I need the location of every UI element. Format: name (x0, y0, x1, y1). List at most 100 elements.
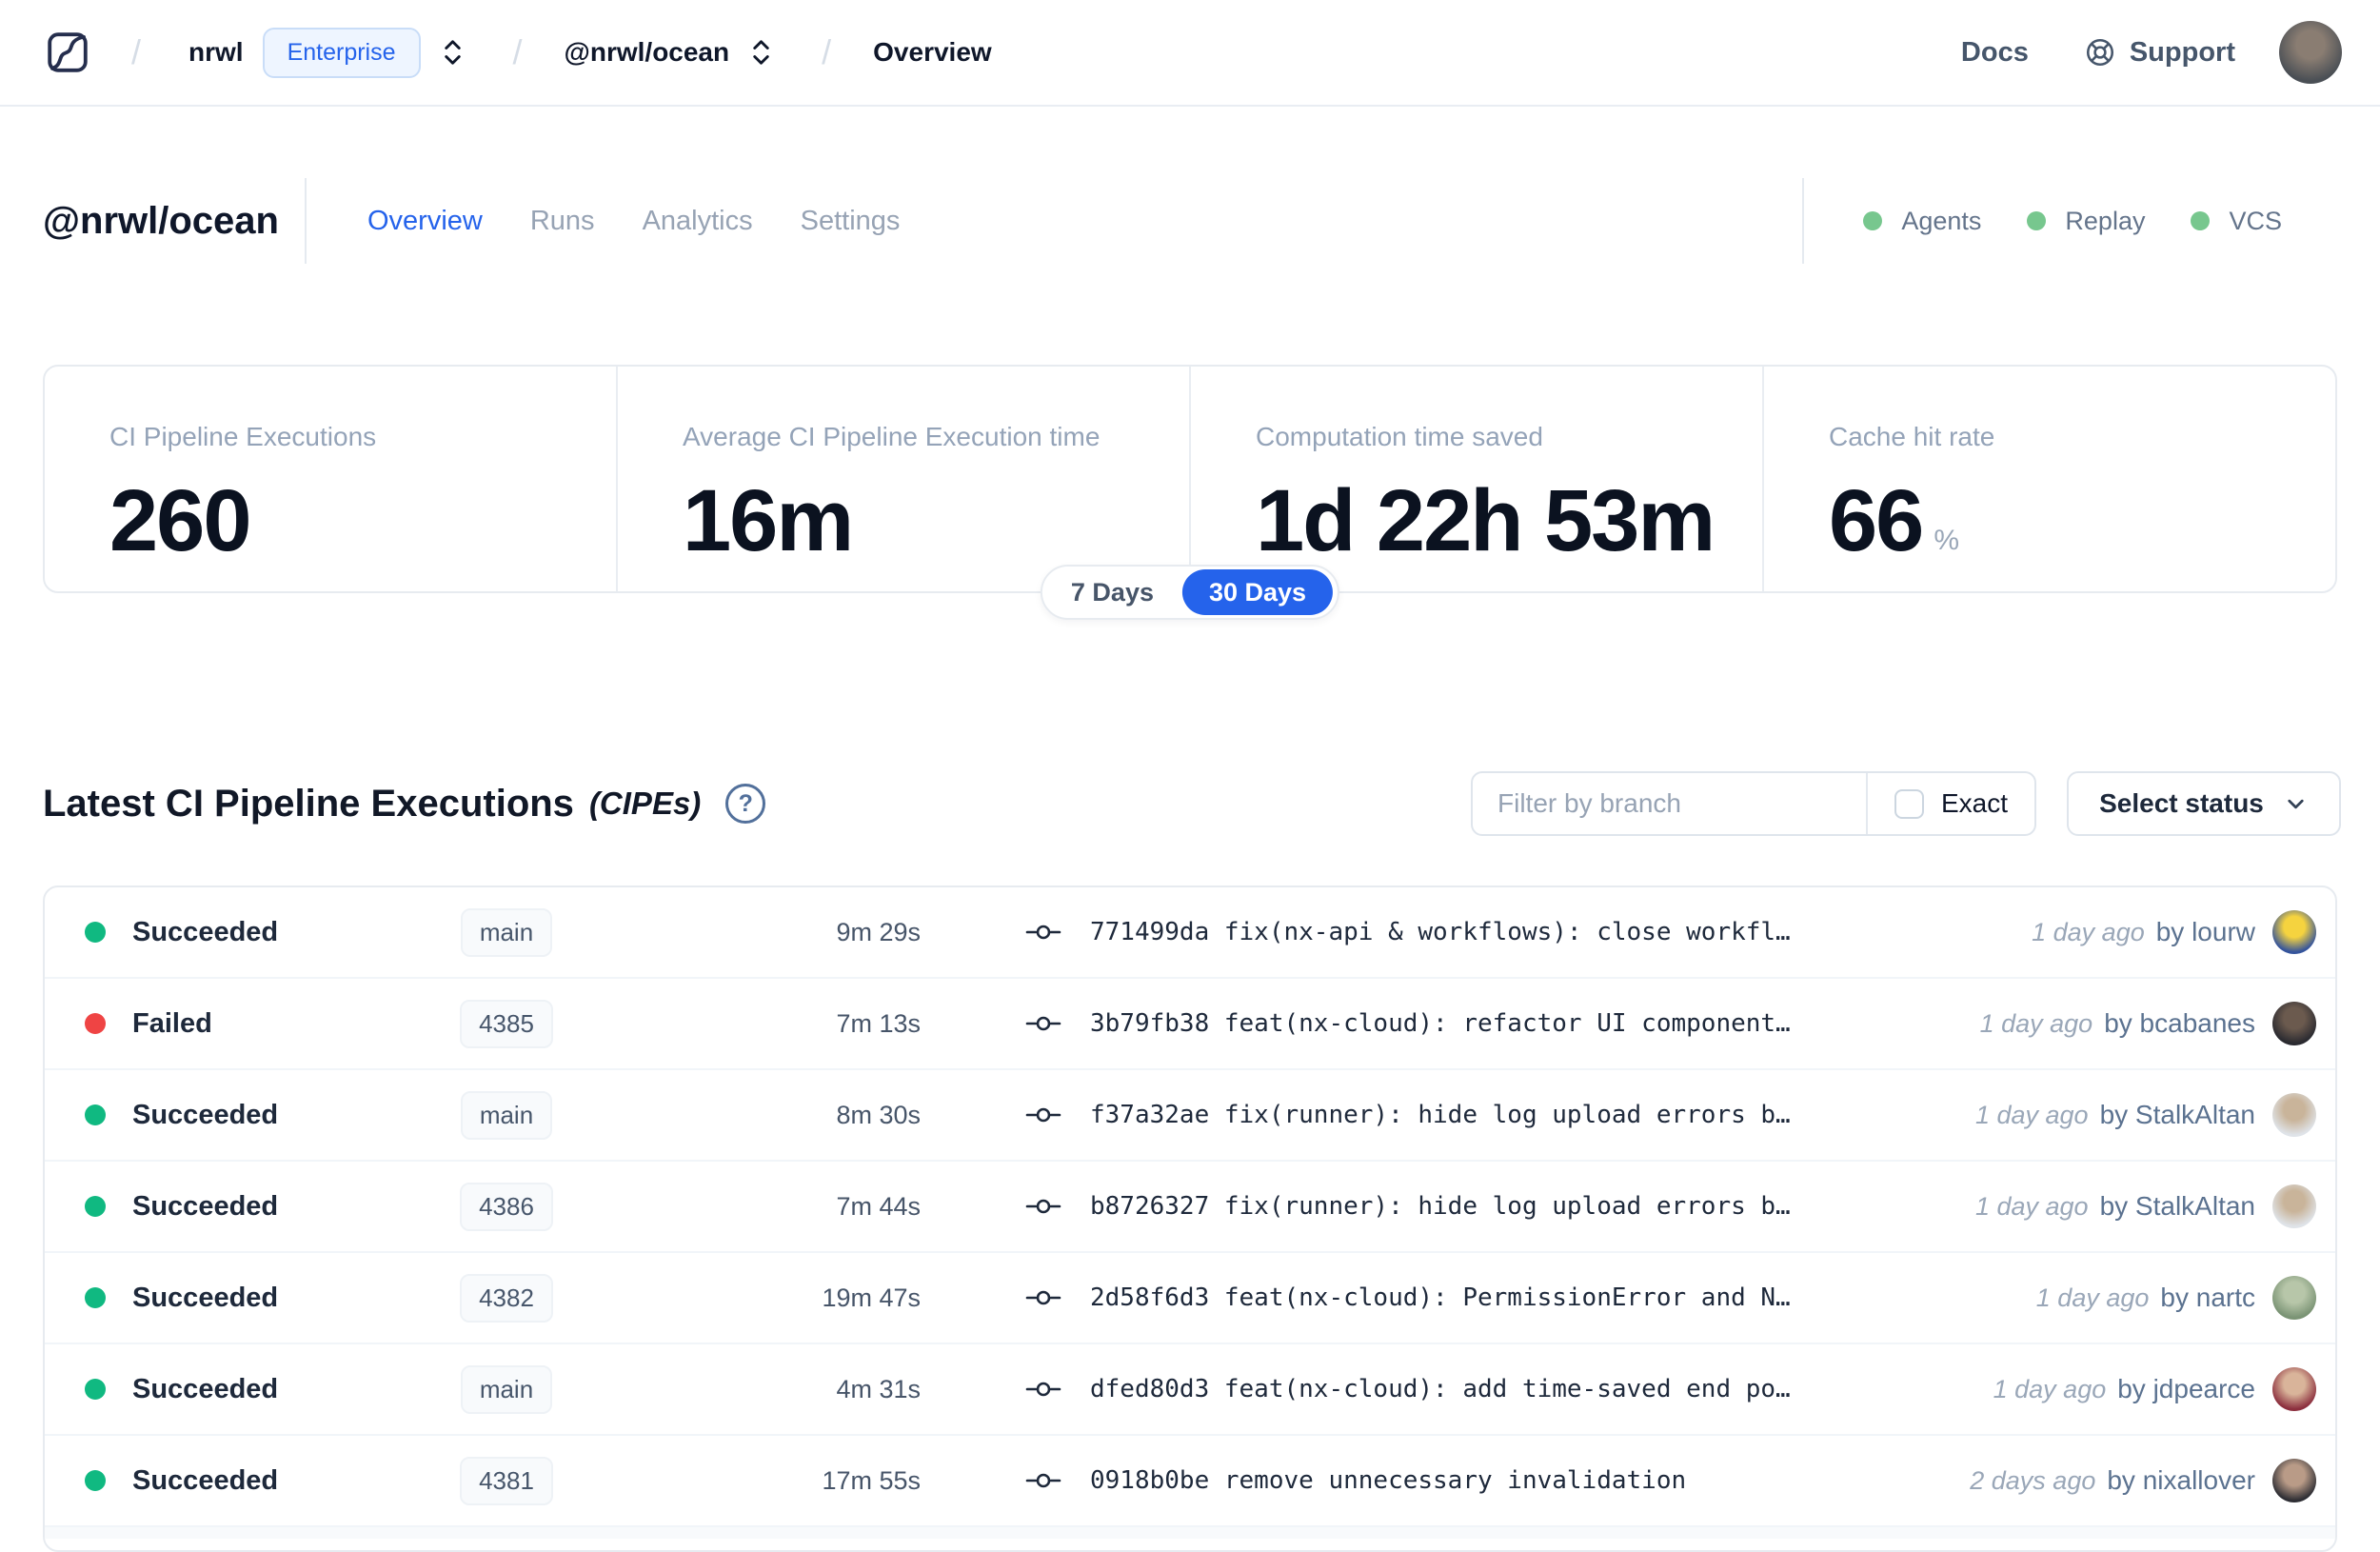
commit-message: dfed80d3 feat(nx-cloud): add time-saved … (1090, 1375, 1791, 1403)
support-label: Support (2129, 36, 2235, 68)
author: by StalkAltan (2099, 1191, 2255, 1221)
support-link[interactable]: Support (2084, 36, 2235, 69)
table-row[interactable]: Succeeded main 9m 29s 771499da fix(nx-ap… (45, 887, 2335, 979)
tab-runs[interactable]: Runs (530, 206, 595, 237)
branch-badge: main (460, 1364, 553, 1414)
table-next-row-partial (45, 1527, 2335, 1539)
branch-badge: 4382 (460, 1273, 553, 1323)
stat-label: Computation time saved (1256, 422, 1543, 451)
status-label: Succeeded (132, 916, 279, 947)
stat-label: Average CI Pipeline Execution time (683, 422, 1101, 451)
chevron-down-icon (2288, 799, 2304, 808)
date-range-toggle: 7 Days 30 Days (1040, 565, 1340, 620)
stat-value: 16m (683, 472, 854, 569)
commit-message: 3b79fb38 feat(nx-cloud): refactor UI com… (1090, 1009, 1791, 1038)
docs-link[interactable]: Docs (1961, 37, 2029, 69)
cipe-table: Succeeded main 9m 29s 771499da fix(nx-ap… (43, 885, 2337, 1552)
status-dot (85, 1379, 106, 1400)
topbar: / nrwl Enterprise / @nrwl/ocean / Overvi… (0, 0, 2380, 107)
time-ago: 1 day ago (1993, 1374, 2107, 1403)
git-commit-icon (1025, 1107, 1061, 1123)
tab-overview[interactable]: Overview (367, 206, 483, 237)
stat-value: 260 (109, 472, 251, 569)
divider (305, 178, 307, 264)
stats-cards: CI Pipeline Executions 260 Average CI Pi… (43, 365, 2337, 620)
branch-filter-input[interactable] (1473, 773, 1866, 834)
table-row[interactable]: Succeeded main 4m 31s dfed80d3 feat(nx-c… (45, 1344, 2335, 1436)
table-row[interactable]: Succeeded 4386 7m 44s b8726327 fix(runne… (45, 1162, 2335, 1253)
author: by bcabanes (2104, 1008, 2255, 1038)
status-dot (85, 1470, 106, 1491)
breadcrumb-page: Overview (873, 37, 992, 67)
page-header: @nrwl/ocean Overview Runs Analytics Sett… (0, 107, 2380, 335)
green-dot-icon (2027, 211, 2047, 230)
table-row[interactable]: Failed 4385 7m 13s 3b79fb38 feat(nx-clou… (45, 979, 2335, 1070)
status-dot (85, 922, 106, 943)
commit-message: 0918b0be remove unnecessary invalidation (1090, 1466, 1687, 1495)
git-commit-icon (1025, 1290, 1061, 1305)
exact-label: Exact (1940, 788, 2008, 818)
commit-message: f37a32ae fix(runner): hide log upload er… (1090, 1101, 1791, 1129)
indicator-vcs[interactable]: VCS (2191, 207, 2282, 236)
author-avatar (2272, 1367, 2316, 1411)
tab-settings[interactable]: Settings (801, 206, 901, 237)
status-label: Succeeded (132, 1282, 279, 1313)
indicator-replay[interactable]: Replay (2027, 207, 2145, 236)
status-label: Succeeded (132, 1464, 279, 1496)
stat-card-average-execution-time: Average CI Pipeline Execution time 16m (616, 367, 1189, 591)
branch-badge: 4381 (460, 1456, 553, 1505)
author-avatar (2272, 1002, 2316, 1045)
status-dot (85, 1196, 106, 1217)
git-commit-icon (1025, 925, 1061, 940)
breadcrumb-workspace[interactable]: @nrwl/ocean (565, 37, 730, 68)
help-icon[interactable]: ? (725, 784, 766, 824)
stat-value: 1d 22h 53m (1256, 472, 1716, 569)
time-ago: 1 day ago (2032, 917, 2145, 946)
author: by nixallover (2107, 1465, 2255, 1495)
time-ago: 1 day ago (1979, 1008, 2093, 1038)
git-commit-icon (1025, 1473, 1061, 1488)
author: by jdpearce (2117, 1374, 2255, 1403)
nx-cloud-logo[interactable] (46, 30, 89, 74)
exact-checkbox[interactable] (1894, 788, 1924, 819)
branch-badge: main (460, 1090, 553, 1140)
status-label: Succeeded (132, 1190, 279, 1222)
duration: 17m 55s (822, 1465, 921, 1495)
status-select-button[interactable]: Select status (2067, 771, 2341, 836)
org-switcher-chevron-icon[interactable] (440, 37, 466, 68)
workspace-title: @nrwl/ocean (43, 199, 279, 242)
breadcrumb-slash: / (512, 32, 523, 71)
status-dot (85, 1013, 106, 1034)
breadcrumb-org[interactable]: nrwl (188, 37, 244, 68)
cipe-table-body: Succeeded main 9m 29s 771499da fix(nx-ap… (45, 887, 2335, 1527)
user-avatar[interactable] (2279, 21, 2342, 84)
stat-label: CI Pipeline Executions (109, 422, 377, 451)
tab-analytics[interactable]: Analytics (643, 206, 753, 237)
section-title: Latest CI Pipeline Executions (43, 782, 574, 825)
indicator-agents[interactable]: Agents (1863, 207, 1981, 236)
status-dot (85, 1104, 106, 1125)
stat-card-ci-pipeline-executions: CI Pipeline Executions 260 (45, 367, 616, 591)
toggle-30-days[interactable]: 30 Days (1181, 569, 1334, 615)
status-label: Failed (132, 1007, 212, 1039)
time-ago: 1 day ago (1974, 1100, 2089, 1129)
author-avatar (2272, 910, 2316, 954)
author-avatar (2272, 1459, 2316, 1502)
cipes-section-header: Latest CI Pipeline Executions (CIPEs) ? … (43, 769, 2341, 838)
branch-badge: 4385 (460, 999, 553, 1048)
git-commit-icon (1025, 1016, 1061, 1031)
table-row[interactable]: Succeeded 4381 17m 55s 0918b0be remove u… (45, 1436, 2335, 1527)
tabs: Overview Runs Analytics Settings (367, 206, 900, 237)
workspace-switcher-chevron-icon[interactable] (748, 37, 774, 68)
stat-value: 66 (1829, 472, 1924, 569)
author-avatar (2272, 1276, 2316, 1320)
table-row[interactable]: Succeeded 4382 19m 47s 2d58f6d3 feat(nx-… (45, 1253, 2335, 1344)
divider (1802, 178, 1805, 264)
toggle-7-days[interactable]: 7 Days (1042, 578, 1182, 607)
branch-filter-group: Exact (1471, 771, 2036, 836)
branch-badge: 4386 (460, 1182, 553, 1231)
duration: 7m 13s (836, 1008, 921, 1038)
table-row[interactable]: Succeeded main 8m 30s f37a32ae fix(runne… (45, 1070, 2335, 1162)
stat-suffix: % (1934, 525, 1960, 556)
duration: 7m 44s (836, 1191, 921, 1221)
